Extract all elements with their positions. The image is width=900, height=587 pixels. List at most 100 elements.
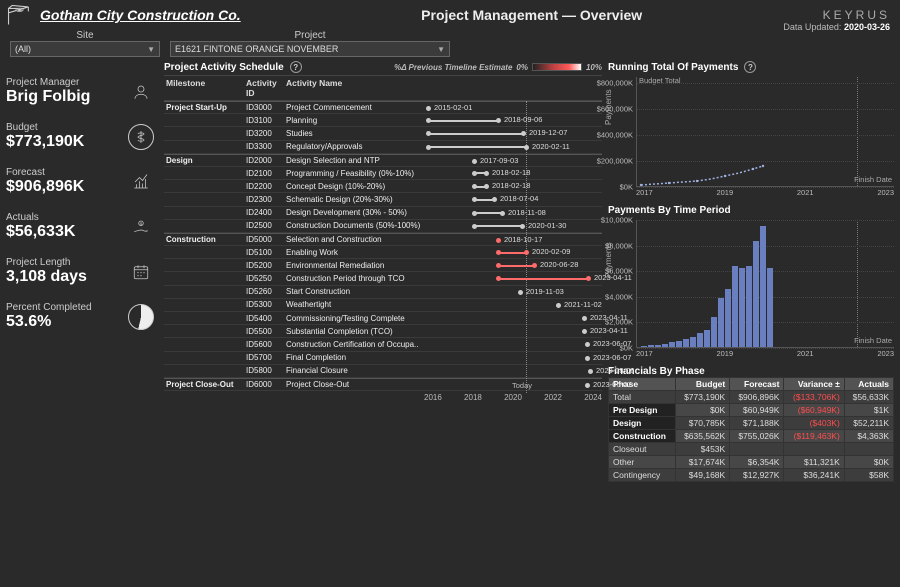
schedule-row[interactable]: ID5700Final Completion2023-06-07 (164, 352, 602, 365)
site-dropdown[interactable]: (All) ▼ (10, 41, 160, 57)
activity-id-cell: ID5250 (244, 272, 284, 285)
col-milestone: Milestone (164, 76, 244, 100)
payments-bar[interactable] (669, 342, 675, 347)
milestone-cell: Design (164, 154, 244, 167)
project-dropdown-value: E1621 FINTONE ORANGE NOVEMBER (175, 44, 338, 54)
activity-name-cell: Environmental Remediation (284, 259, 424, 272)
activity-id-cell: ID5700 (244, 351, 284, 364)
milestone-cell (164, 290, 244, 294)
activity-date: 2019-12-07 (529, 128, 567, 137)
activity-date: 2020-06-28 (540, 260, 578, 269)
chevron-down-icon: ▼ (147, 45, 155, 54)
schedule-row[interactable]: ID5300Weathertight2021-11-02 (164, 299, 602, 312)
activity-date: 2015-02-01 (434, 103, 472, 112)
fin-col-header: Variance ± (784, 378, 844, 391)
payments-bar[interactable] (732, 266, 738, 347)
calendar-icon (128, 259, 154, 285)
payments-bar[interactable] (641, 346, 647, 347)
running-total-title: Running Total Of Payments (608, 62, 738, 73)
payments-bar[interactable] (662, 344, 668, 347)
schedule-row[interactable]: ID5250Construction Period through TCO202… (164, 272, 602, 285)
payments-bar-chart[interactable]: Payments Finish Date $10,000K$8,000K$6,0… (608, 220, 894, 360)
schedule-row[interactable]: ID5400Commissioning/Testing Complete2023… (164, 312, 602, 325)
activity-id-cell: ID5100 (244, 246, 284, 259)
schedule-row[interactable]: ID2300Schematic Design (20%-30%)2018-07-… (164, 193, 602, 206)
schedule-row[interactable]: Project Close-OutID6000Project Close-Out… (164, 378, 602, 391)
kpi-percent-completed: Percent Completed53.6% (6, 298, 158, 335)
schedule-row[interactable]: ID3100Planning2018-09-06 (164, 114, 602, 127)
payments-bar[interactable] (746, 266, 752, 347)
activity-name-cell: Selection and Construction (284, 233, 424, 246)
payments-bar[interactable] (648, 345, 654, 347)
payments-bar[interactable] (655, 345, 661, 347)
schedule-row[interactable]: DesignID2000Design Selection and NTP2017… (164, 154, 602, 167)
payments-bar[interactable] (704, 330, 710, 347)
schedule-row[interactable]: ID2200Concept Design (10%-20%)2018-02-18 (164, 180, 602, 193)
page-title: Project Management — Overview (241, 7, 823, 23)
activity-id-cell: ID5200 (244, 259, 284, 272)
col-activity-id: Activity ID (244, 76, 284, 100)
activity-id-cell: ID3000 (244, 101, 284, 114)
help-icon[interactable]: ? (290, 61, 302, 73)
activity-name-cell: Design Development (30% - 50%) (284, 206, 424, 219)
help-icon[interactable]: ? (744, 61, 756, 73)
schedule-row[interactable]: Project Start-UpID3000Project Commenceme… (164, 101, 602, 114)
schedule-row[interactable]: ID2400Design Development (30% - 50%)2018… (164, 207, 602, 220)
schedule-row[interactable]: ID5260Start Construction2019-11-03 (164, 286, 602, 299)
data-updated: Data Updated: 2020-03-26 (783, 22, 890, 32)
activity-date: 2023-06-07 (593, 380, 631, 389)
fin-row[interactable]: Pre Design$0K$60,949K($60,949K)$1K (609, 404, 894, 417)
site-dropdown-value: (All) (15, 44, 31, 54)
activity-name-cell: Financial Closure (284, 364, 424, 377)
activity-date: 2020-01-30 (528, 221, 566, 230)
schedule-row[interactable]: ID2100Programming / Feasibility (0%-10%)… (164, 167, 602, 180)
activity-id-cell: ID5000 (244, 233, 284, 246)
payments-bar[interactable] (676, 341, 682, 347)
fin-col-header: Forecast (730, 378, 784, 391)
schedule-row[interactable]: ConstructionID5000Selection and Construc… (164, 233, 602, 246)
payments-bar[interactable] (711, 317, 717, 347)
schedule-row[interactable]: ID2500Construction Documents (50%-100%)2… (164, 220, 602, 233)
kpi-budget: Budget$773,190K (6, 118, 158, 155)
project-dropdown[interactable]: E1621 FINTONE ORANGE NOVEMBER ▼ (170, 41, 450, 57)
payments-bar[interactable] (767, 268, 773, 347)
payments-bar[interactable] (725, 289, 731, 347)
milestone-cell (164, 118, 244, 122)
activity-date: 2019-11-03 (526, 287, 564, 296)
fin-row[interactable]: Construction$635,562K$755,026K($119,463K… (609, 430, 894, 443)
progress-donut-icon (128, 304, 154, 330)
schedule-row[interactable]: ID5800Financial Closure2023-08-06 (164, 365, 602, 378)
fin-row[interactable]: Other$17,674K$6,354K$11,321K$0K (609, 456, 894, 469)
schedule-row[interactable]: ID5500Substantial Completion (TCO)2023-0… (164, 325, 602, 338)
fin-row[interactable]: Design$70,785K$71,188K($403K)$52,211K (609, 417, 894, 430)
schedule-row[interactable]: ID5100Enabling Work2020-02-09 (164, 246, 602, 259)
milestone-cell (164, 131, 244, 135)
payments-bar[interactable] (753, 241, 759, 347)
schedule-row[interactable]: ID5200Environmental Remediation 2020-06-2… (164, 259, 602, 272)
payments-bar[interactable] (739, 268, 745, 347)
payments-bar[interactable] (683, 339, 689, 347)
activity-id-cell: ID5800 (244, 364, 284, 377)
col-activity-name: Activity Name (284, 76, 424, 100)
dollar-icon (128, 124, 154, 150)
activity-name-cell: Construction Certification of Occupa.. (284, 338, 424, 351)
schedule-row[interactable]: ID5600Construction Certification of Occu… (164, 338, 602, 351)
payments-bar[interactable] (690, 337, 696, 347)
milestone-cell (164, 342, 244, 346)
payments-bar[interactable] (718, 298, 724, 347)
fin-row[interactable]: Total$773,190K$906,896K($133,706K)$56,63… (609, 391, 894, 404)
payments-bar[interactable] (760, 226, 766, 347)
kpi-project-length: Project Length3,108 days (6, 253, 158, 290)
schedule-row[interactable]: ID3300Regulatory/Approvals2020-02-11 (164, 141, 602, 154)
activity-name-cell: Start Construction (284, 285, 424, 298)
milestone-cell (164, 263, 244, 267)
fin-row[interactable]: Closeout$453K (609, 443, 894, 456)
money-hand-icon: $ (128, 214, 154, 240)
schedule-row[interactable]: ID3200Studies2019-12-07 (164, 127, 602, 140)
milestone-cell (164, 224, 244, 228)
payments-bar[interactable] (697, 333, 703, 347)
financials-panel: Financials By Phase PhaseBudgetForecastV… (608, 366, 894, 482)
kpi-forecast: Forecast$906,896K (6, 163, 158, 200)
running-total-chart[interactable]: Payments Budget Total Finish Date $800,0… (608, 77, 894, 197)
fin-row[interactable]: Contingency$49,168K$12,927K$36,241K$58K (609, 469, 894, 482)
